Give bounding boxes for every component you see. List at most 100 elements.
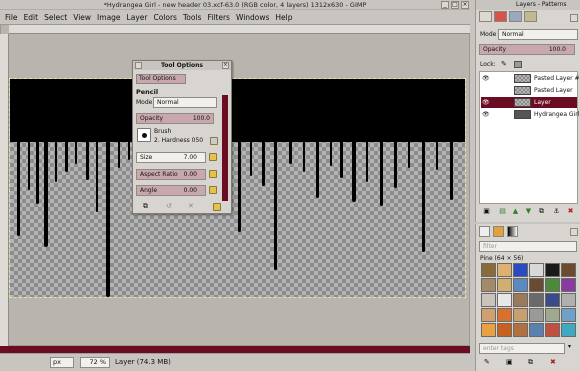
- size-field[interactable]: Size 7.00: [136, 152, 206, 163]
- pattern-swatch[interactable]: [513, 278, 528, 292]
- tab-brushes[interactable]: [479, 226, 490, 237]
- reset-all-icon[interactable]: [213, 203, 221, 211]
- delete-layer-icon[interactable]: ✖: [566, 207, 575, 216]
- layer-mode-select[interactable]: Normal: [498, 29, 578, 40]
- pattern-swatch[interactable]: [529, 323, 544, 337]
- new-pattern-icon[interactable]: ▣: [506, 358, 513, 366]
- unit-select[interactable]: px: [50, 357, 74, 368]
- pattern-swatch[interactable]: [481, 278, 496, 292]
- pattern-swatch[interactable]: [561, 263, 576, 277]
- layer-row[interactable]: Pasted Layer: [481, 85, 577, 96]
- close-icon[interactable]: ×: [222, 62, 229, 69]
- tab-layers[interactable]: [479, 11, 492, 22]
- reset-size-icon[interactable]: [209, 153, 217, 161]
- pattern-swatch[interactable]: [529, 278, 544, 292]
- pattern-swatch[interactable]: [529, 308, 544, 322]
- angle-field[interactable]: Angle 0.00: [136, 185, 206, 196]
- maximize-button[interactable]: □: [451, 1, 459, 9]
- pattern-filter-input[interactable]: filter: [479, 241, 577, 252]
- menu-colors[interactable]: Colors: [153, 13, 177, 22]
- minimize-button[interactable]: _: [441, 1, 449, 9]
- zoom-select[interactable]: 72 %: [80, 357, 110, 368]
- lock-pixels-icon[interactable]: ✎: [501, 60, 507, 68]
- panel-menu-icon[interactable]: [570, 14, 578, 22]
- reset-angle-icon[interactable]: [209, 186, 217, 194]
- pattern-swatch[interactable]: [561, 278, 576, 292]
- menu-edit[interactable]: Edit: [24, 13, 39, 22]
- pattern-swatch[interactable]: [545, 263, 560, 277]
- pattern-swatch[interactable]: [561, 293, 576, 307]
- pattern-swatch[interactable]: [481, 293, 496, 307]
- pattern-swatch[interactable]: [545, 278, 560, 292]
- menu-layer[interactable]: Layer: [127, 13, 148, 22]
- edit-brush-icon[interactable]: [210, 137, 218, 145]
- horizontal-ruler[interactable]: [9, 25, 470, 34]
- menu-image[interactable]: Image: [97, 13, 121, 22]
- anchor-layer-icon[interactable]: ⚓: [552, 207, 561, 216]
- pattern-swatch[interactable]: [497, 323, 512, 337]
- tool-options-scrollbar[interactable]: [222, 95, 228, 201]
- pattern-swatch[interactable]: [481, 308, 496, 322]
- tags-input[interactable]: enter tags: [479, 343, 565, 354]
- pattern-swatch[interactable]: [513, 263, 528, 277]
- menu-view[interactable]: View: [73, 13, 91, 22]
- tab-undo[interactable]: [524, 11, 537, 22]
- eye-icon[interactable]: 👁: [482, 97, 490, 108]
- pattern-swatch[interactable]: [497, 278, 512, 292]
- menu-windows[interactable]: Windows: [236, 13, 269, 22]
- pattern-swatch[interactable]: [529, 293, 544, 307]
- vertical-ruler[interactable]: [0, 34, 9, 346]
- tab-tool-options[interactable]: Tool Options: [136, 74, 186, 84]
- brush-preview-icon[interactable]: [137, 128, 151, 142]
- menu-help[interactable]: Help: [275, 13, 292, 22]
- pattern-swatch[interactable]: [529, 263, 544, 277]
- menu-filters[interactable]: Filters: [207, 13, 229, 22]
- layer-row-selected[interactable]: 👁 Layer: [481, 97, 577, 108]
- pattern-swatch[interactable]: [513, 308, 528, 322]
- tab-paths[interactable]: [509, 11, 522, 22]
- lock-alpha-icon[interactable]: [514, 61, 522, 68]
- close-button[interactable]: ×: [461, 1, 469, 9]
- tool-options-dialog[interactable]: Tool Options × Tool Options Pencil Mode:…: [132, 60, 232, 214]
- layer-row[interactable]: 👁 Hydrangea Girl: [481, 109, 579, 120]
- pattern-swatch[interactable]: [513, 293, 528, 307]
- lower-layer-icon[interactable]: ▼: [524, 207, 533, 216]
- layer-opacity-field[interactable]: Opacity 100.0: [479, 44, 575, 55]
- aspect-ratio-field[interactable]: Aspect Ratio 0.00: [136, 169, 206, 180]
- restore-preset-icon[interactable]: ↺: [166, 202, 172, 210]
- duplicate-pattern-icon[interactable]: ⧉: [528, 358, 533, 367]
- reset-aspect-icon[interactable]: [209, 170, 217, 178]
- tags-dropdown-icon[interactable]: ▾: [568, 343, 577, 354]
- pattern-swatch[interactable]: [561, 323, 576, 337]
- pattern-swatch[interactable]: [545, 308, 560, 322]
- pattern-swatch[interactable]: [481, 323, 496, 337]
- new-layer-icon[interactable]: ▣: [482, 207, 491, 216]
- raise-layer-icon[interactable]: ▲: [511, 207, 520, 216]
- new-layer-group-icon[interactable]: ▤: [498, 207, 507, 216]
- menu-tools[interactable]: Tools: [183, 13, 201, 22]
- pattern-swatch[interactable]: [481, 263, 496, 277]
- delete-pattern-icon[interactable]: ✖: [550, 358, 556, 366]
- delete-preset-icon[interactable]: ✕: [188, 202, 194, 210]
- eye-icon[interactable]: 👁: [482, 109, 490, 120]
- edit-pattern-icon[interactable]: ✎: [484, 358, 490, 366]
- pattern-swatch[interactable]: [513, 323, 528, 337]
- eye-icon[interactable]: 👁: [482, 73, 490, 84]
- opacity-field[interactable]: Opacity 100.0: [136, 113, 214, 124]
- pattern-swatch[interactable]: [497, 308, 512, 322]
- tab-patterns[interactable]: [493, 226, 504, 237]
- pattern-swatch[interactable]: [497, 263, 512, 277]
- tool-options-title[interactable]: Tool Options: [133, 61, 231, 70]
- layer-row[interactable]: 👁 Pasted Layer #: [481, 73, 580, 84]
- tab-channels[interactable]: [494, 11, 507, 22]
- pattern-swatch[interactable]: [561, 308, 576, 322]
- dock-menu-icon[interactable]: [135, 62, 142, 69]
- pattern-swatch[interactable]: [497, 293, 512, 307]
- tab-gradients[interactable]: [507, 226, 518, 237]
- menu-file[interactable]: File: [5, 13, 18, 22]
- pattern-swatch[interactable]: [545, 293, 560, 307]
- horizontal-scrollbar[interactable]: [0, 346, 470, 353]
- duplicate-layer-icon[interactable]: ⧉: [537, 207, 546, 216]
- pattern-swatch[interactable]: [545, 323, 560, 337]
- save-preset-icon[interactable]: ⧉: [143, 202, 148, 211]
